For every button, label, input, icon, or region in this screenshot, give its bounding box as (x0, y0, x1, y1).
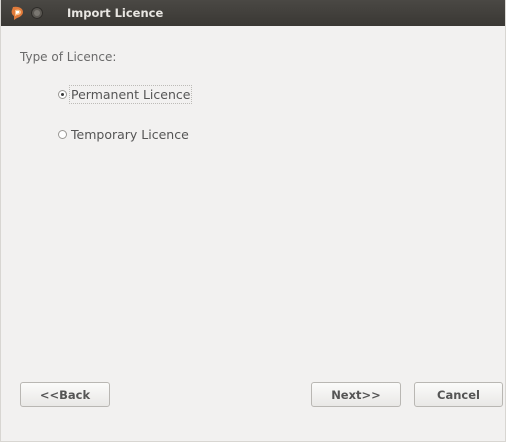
title-bar: Import Licence (1, 0, 505, 26)
dialog-content: Type of Licence: Permanent Licence Tempo… (1, 26, 505, 441)
radio-temporary-licence[interactable]: Temporary Licence (58, 125, 189, 143)
import-licence-window: Import Licence Type of Licence: Permanen… (0, 0, 506, 442)
licence-type-label: Type of Licence: (20, 50, 117, 64)
app-logo-icon (11, 6, 23, 20)
window-close-button[interactable] (31, 7, 43, 19)
cancel-button[interactable]: Cancel (414, 382, 503, 407)
back-button[interactable]: <<Back (20, 382, 110, 407)
permanent-licence-label[interactable]: Permanent Licence (68, 84, 193, 104)
window-title: Import Licence (67, 6, 164, 20)
next-button[interactable]: Next>> (311, 382, 401, 407)
radio-permanent-licence[interactable]: Permanent Licence (58, 84, 193, 104)
radio-button-unselected[interactable] (58, 129, 67, 139)
radio-button-selected[interactable] (58, 89, 67, 99)
temporary-licence-label[interactable]: Temporary Licence (71, 127, 189, 142)
